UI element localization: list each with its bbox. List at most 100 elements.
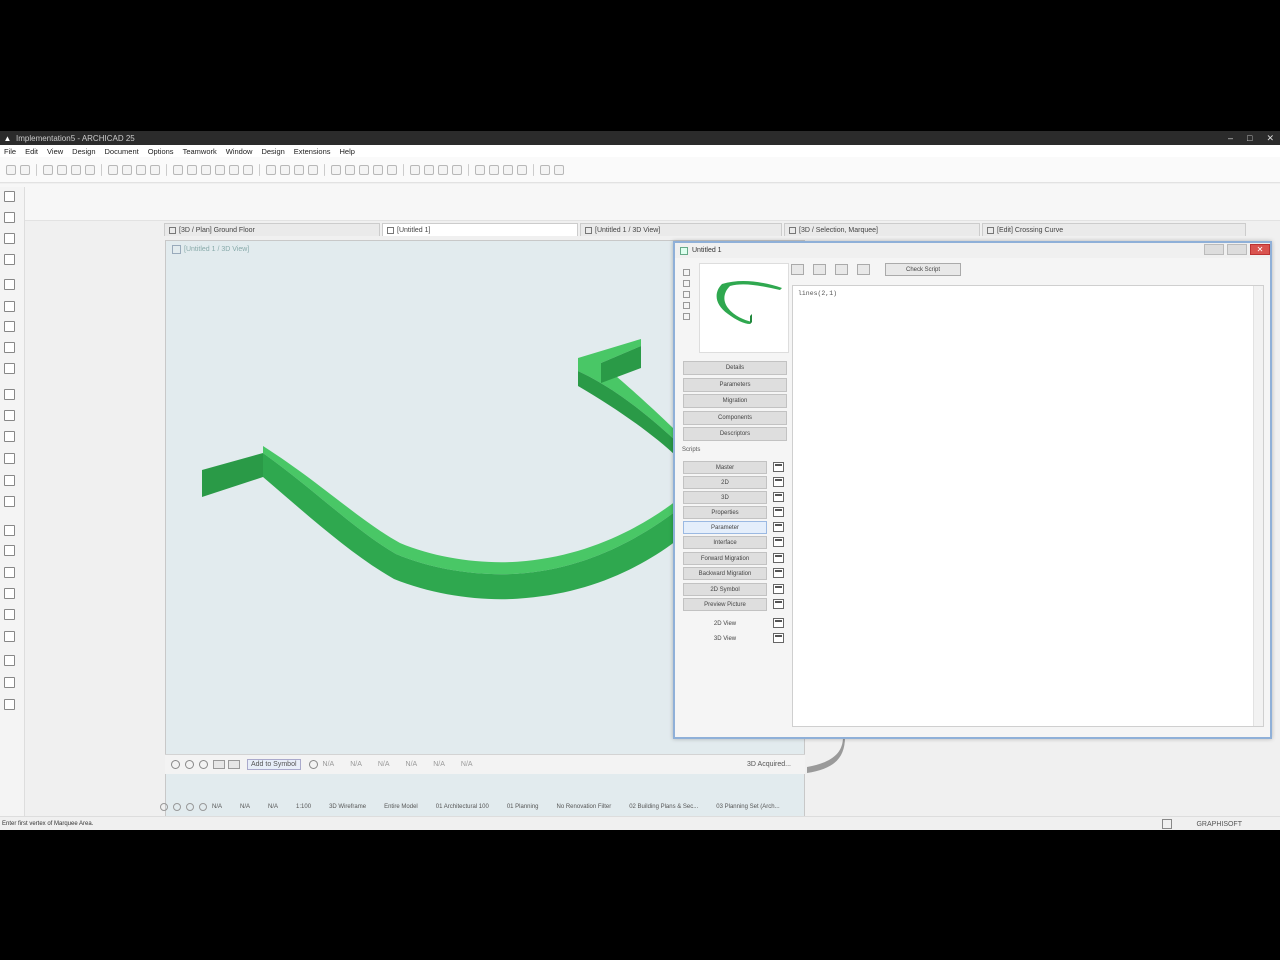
quick-option[interactable]: N/A [268, 804, 278, 810]
text-tool-icon[interactable] [4, 631, 15, 642]
group-icon[interactable] [266, 164, 276, 175]
orbit-icon[interactable] [410, 164, 420, 175]
pointer-icon[interactable] [43, 164, 53, 175]
parameter-script-window-icon[interactable] [773, 522, 784, 532]
2d-script-window-icon[interactable] [773, 477, 784, 487]
dimension-tool-icon[interactable] [4, 609, 15, 620]
column-tool-icon[interactable] [4, 301, 15, 312]
scale-select[interactable]: 1:100 [296, 804, 311, 810]
parameter-script-button[interactable]: Parameter [683, 521, 767, 534]
preview-picture-button[interactable]: Preview Picture [683, 598, 767, 611]
interface-script-button[interactable]: Interface [683, 536, 767, 549]
magnifier-icon[interactable] [308, 760, 318, 769]
line-tool-icon[interactable] [4, 699, 15, 710]
slab-tool-icon[interactable] [4, 342, 15, 353]
measure-icon[interactable] [331, 164, 341, 175]
nav-field[interactable]: N/A [461, 761, 473, 768]
undo-zoom-icon[interactable] [160, 803, 168, 811]
2d-script-button[interactable]: 2D [683, 476, 767, 489]
menu-design-2[interactable]: Design [261, 147, 284, 156]
menu-design[interactable]: Design [72, 147, 95, 156]
menu-window[interactable]: Window [226, 147, 253, 156]
redo-icon[interactable] [20, 164, 30, 175]
preview-3d-icon[interactable] [683, 280, 690, 287]
zoom-in-icon[interactable] [345, 164, 355, 175]
nav-field[interactable]: N/A [406, 761, 418, 768]
font-size-icon[interactable] [791, 264, 804, 275]
menu-extensions[interactable]: Extensions [294, 147, 331, 156]
lamp-tool-icon[interactable] [4, 545, 15, 556]
details-button[interactable]: Details [683, 361, 787, 375]
help-icon[interactable] [540, 164, 550, 175]
menu-view[interactable]: View [47, 147, 63, 156]
publish-icon[interactable] [475, 164, 485, 175]
pen-set-select[interactable]: 01 Planning [507, 804, 539, 810]
paste-icon[interactable] [187, 164, 197, 175]
tab-crossing-curve[interactable]: [Edit] Crossing Curve [982, 223, 1246, 236]
fit-window-icon[interactable] [373, 164, 383, 175]
menu-file[interactable]: File [4, 147, 16, 156]
move-icon[interactable] [243, 164, 253, 175]
backward-migration-window-icon[interactable] [773, 568, 784, 578]
rotate-icon[interactable] [215, 164, 225, 175]
forward-migration-window-icon[interactable] [773, 553, 784, 563]
guide-icon[interactable] [122, 164, 132, 175]
find-icon[interactable] [813, 264, 826, 275]
marquee-tool-icon[interactable] [4, 212, 15, 223]
parameters-button[interactable]: Parameters [683, 378, 787, 392]
layer-combination-select[interactable]: 3D Acquired... [747, 761, 791, 768]
preview-picture-icon[interactable] [683, 302, 690, 309]
check-script-button[interactable]: Check Script [885, 263, 961, 276]
components-button[interactable]: Components [683, 411, 787, 425]
zoom-out-icon[interactable] [359, 164, 369, 175]
fill-icon[interactable] [201, 164, 211, 175]
railing-tool-icon[interactable] [4, 389, 15, 400]
close-button[interactable]: ✕ [1266, 133, 1274, 144]
zoom-icon[interactable] [185, 760, 194, 769]
layer-icon[interactable] [150, 164, 160, 175]
master-script-button[interactable]: Master [683, 461, 767, 474]
view-mode-icon[interactable] [213, 760, 225, 769]
gdl-minimize-button[interactable] [1204, 244, 1224, 255]
interface-script-window-icon[interactable] [773, 537, 784, 547]
gdl-reference-icon[interactable] [835, 264, 848, 275]
line-icon[interactable] [85, 164, 95, 175]
copy-icon[interactable] [173, 164, 183, 175]
editor-scrollbar[interactable] [1253, 286, 1263, 726]
pan-icon[interactable] [199, 760, 208, 769]
model-view-options-select[interactable]: 02 Building Plans & Sec... [629, 804, 698, 810]
preview-zoom-icon[interactable] [683, 291, 690, 298]
orbit-icon[interactable] [171, 760, 180, 769]
gdl-maximize-button[interactable] [1227, 244, 1247, 255]
nav-field[interactable]: N/A [378, 761, 390, 768]
add-to-symbol-button[interactable]: Add to Symbol [247, 759, 301, 770]
shell-tool-icon[interactable] [4, 431, 15, 442]
ungroup-icon[interactable] [280, 164, 290, 175]
skylight-tool-icon[interactable] [4, 453, 15, 464]
3d-view-window-icon[interactable] [773, 633, 784, 643]
lock-icon[interactable] [294, 164, 304, 175]
dimension-standard-select[interactable]: 03 Planning Set (Arch... [716, 804, 779, 810]
nav-field[interactable]: N/A [350, 761, 362, 768]
beam-tool-icon[interactable] [4, 321, 15, 332]
settings-icon[interactable] [554, 164, 564, 175]
undo-icon[interactable] [6, 164, 16, 175]
3d-script-button[interactable]: 3D [683, 491, 767, 504]
window-split-icon[interactable] [857, 264, 870, 275]
door-tool-icon[interactable] [4, 254, 15, 265]
elevation-icon[interactable] [452, 164, 462, 175]
descriptors-button[interactable]: Descriptors [683, 427, 787, 441]
script-editor[interactable]: lines(2,1) [792, 285, 1264, 727]
tab-untitled[interactable]: [Untitled 1] [382, 223, 578, 236]
pan-icon[interactable] [387, 164, 397, 175]
preview-picture-window-icon[interactable] [773, 599, 784, 609]
migration-button[interactable]: Migration [683, 394, 787, 408]
tab-3d-selection[interactable]: [3D / Selection, Marquee] [784, 223, 980, 236]
marquee-icon[interactable] [57, 164, 67, 175]
zone-tool-icon[interactable] [4, 567, 15, 578]
quick-option[interactable]: N/A [240, 804, 250, 810]
nav-field[interactable]: N/A [323, 761, 335, 768]
morph-tool-icon[interactable] [4, 496, 15, 507]
preview-2d-icon[interactable] [683, 269, 690, 276]
master-script-window-icon[interactable] [773, 462, 784, 472]
